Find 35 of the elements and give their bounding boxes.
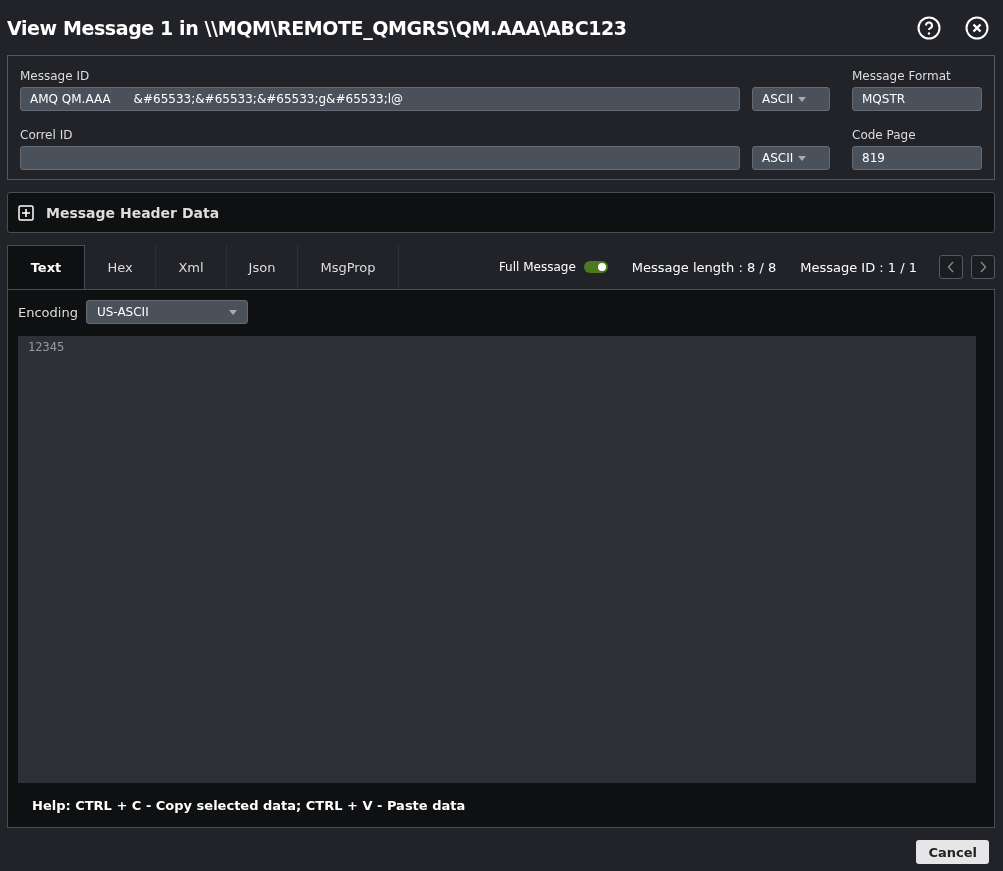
previous-button[interactable] [939, 255, 963, 279]
editor-text: 12345 [28, 340, 65, 354]
next-button[interactable] [971, 255, 995, 279]
close-icon[interactable] [965, 15, 989, 40]
section-title: Message Header Data [46, 204, 220, 221]
cancel-button[interactable]: Cancel [916, 840, 989, 864]
encoding-dropdown[interactable]: ASCII [752, 87, 830, 111]
chevron-right-icon [979, 261, 987, 273]
encoding-label: Encoding [18, 304, 78, 320]
field-label: Correl ID [20, 127, 74, 143]
chevron-left-icon [947, 261, 955, 273]
message-length: Message length : 8 / 8 [631, 259, 777, 275]
tab[interactable]: Xml [156, 245, 227, 289]
help-text: Help: CTRL + C - Copy selected data; CTRL + V - Paste data [32, 798, 467, 813]
toggle-label: Full Message [498, 260, 576, 274]
code-page-field[interactable]: 819 [852, 146, 982, 170]
header-section[interactable]: Message Header Data [7, 192, 995, 233]
text-editor[interactable]: 12345 [18, 336, 976, 783]
encoding-dropdown[interactable]: ASCII [752, 146, 830, 170]
full-message-toggle[interactable] [583, 261, 608, 273]
tab[interactable]: Hex [85, 245, 156, 289]
tab[interactable]: MsgProp [298, 245, 399, 289]
field-label: Code Page [852, 127, 917, 143]
expand-icon[interactable] [18, 204, 34, 221]
field-label: Message ID [20, 68, 91, 84]
message-position: Message ID : 1 / 1 [800, 259, 917, 275]
encoding-dropdown[interactable]: US-ASCII [85, 300, 248, 324]
tab[interactable]: Json [227, 245, 298, 289]
tab[interactable]: Text [7, 245, 85, 289]
message-format-field[interactable]: MQSTR [852, 87, 982, 111]
help-icon[interactable] [917, 15, 941, 40]
window-title: View Message 1 in \\MQM\REMOTE_QMGRS\QM.AAA\ABC123 [7, 16, 627, 39]
correl-id-field[interactable] [20, 146, 740, 170]
field-label: Message Format [852, 68, 952, 84]
message-id-field[interactable]: AMQ QM.AAA &#65533;&#65533;&#65533;g&#65533;l@ [20, 87, 740, 111]
